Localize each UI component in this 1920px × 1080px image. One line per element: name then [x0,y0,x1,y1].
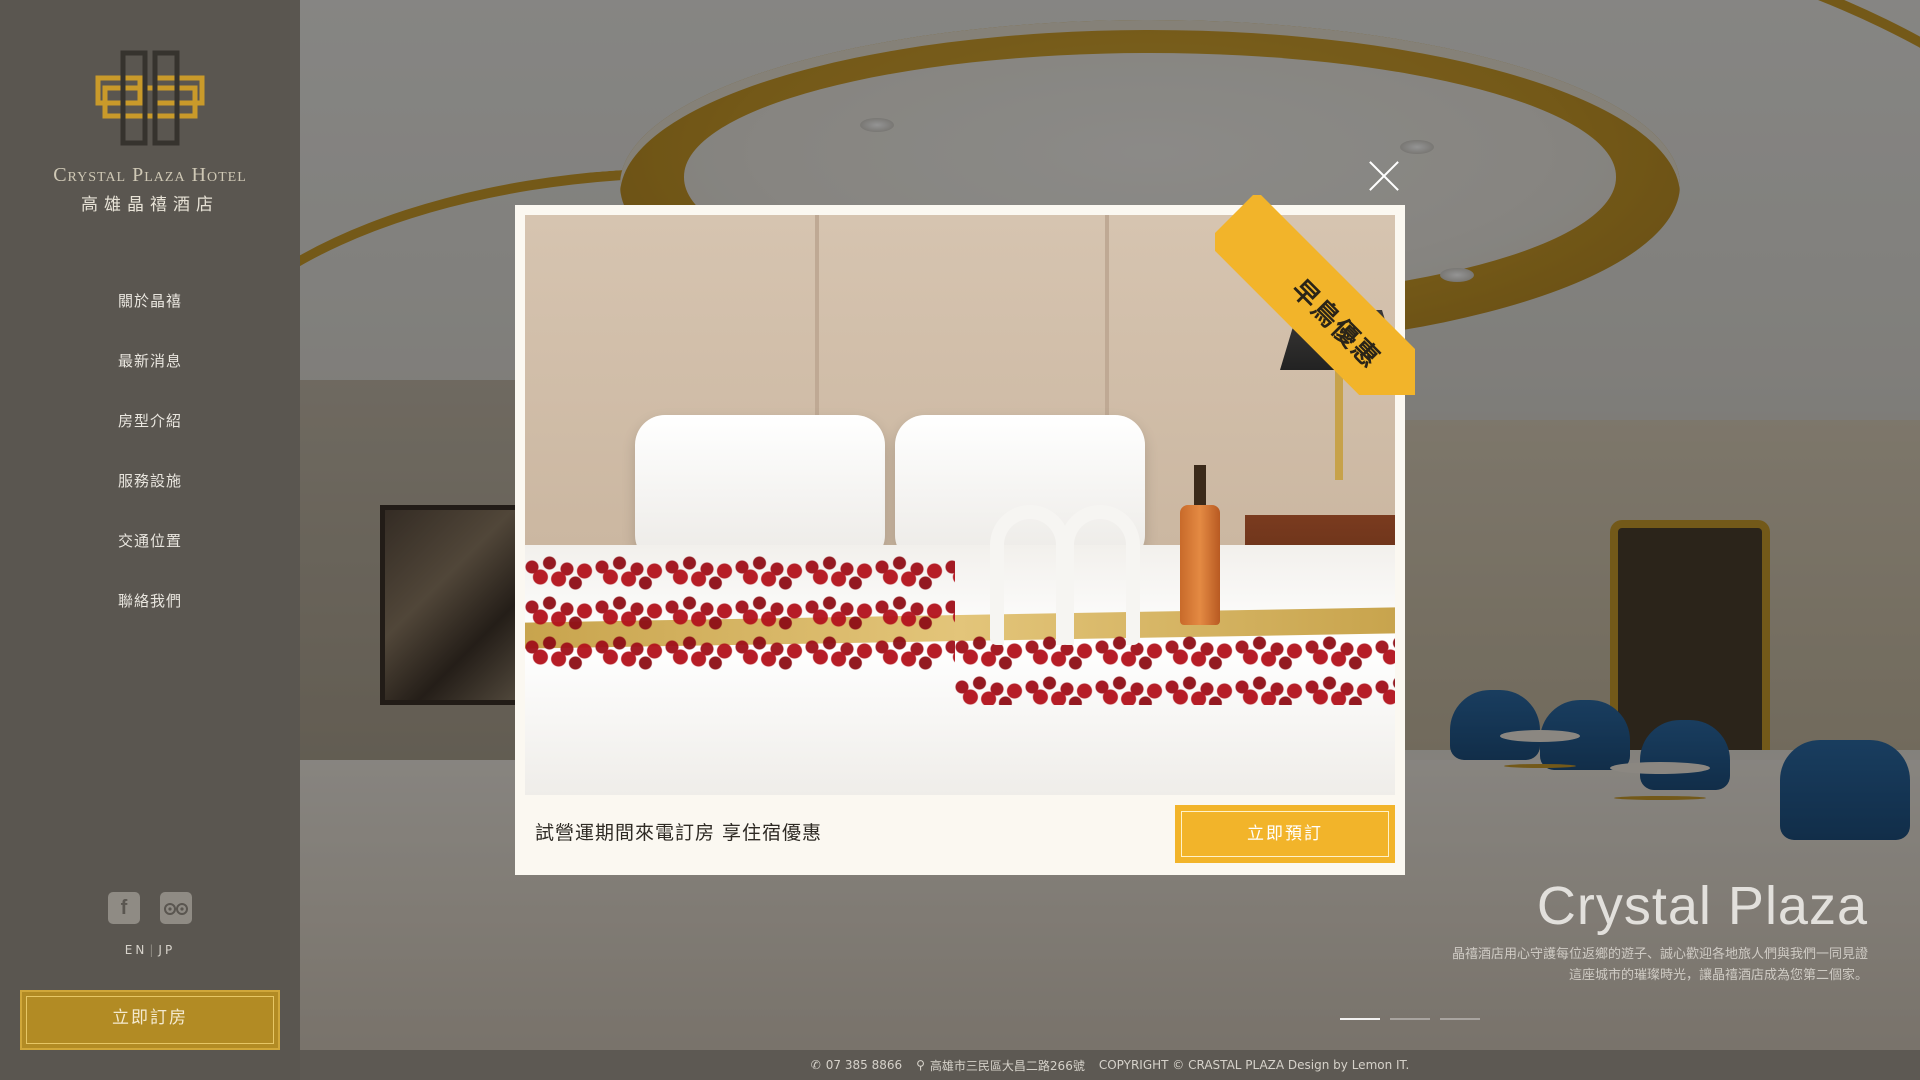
lamp-shade [1280,310,1395,370]
location-pin-icon: ⚲ [916,1058,925,1072]
slider-dot[interactable] [1440,1018,1480,1020]
footer-address-text: 高雄市三民區大昌二路266號 [929,1058,1085,1073]
footer-address[interactable]: ⚲ 高雄市三民區大昌二路266號 [916,1057,1085,1074]
hotel-logo-icon[interactable] [95,48,205,148]
book-now-button[interactable]: 立即訂房 [20,990,280,1050]
slider-dot[interactable] [1390,1018,1430,1020]
slider-indicator [1340,1018,1480,1020]
facebook-icon[interactable]: f [108,892,140,924]
rose-petals [525,555,955,675]
rose-petals [955,635,1395,705]
towel-swan [990,505,1070,645]
lamp-pole [1335,370,1343,480]
nav-item-rooms[interactable]: 房型介紹 [0,406,300,466]
close-icon[interactable] [1368,160,1400,192]
slider-dot[interactable] [1340,1018,1380,1020]
brand-name-en: Crystal Plaza Hotel [53,164,247,186]
promo-modal: 試營運期間來電訂房 享住宿優惠 立即預訂 [515,205,1405,875]
hero-description: 晶禧酒店用心守護每位返鄉的遊子、誠心歡迎各地旅人們與我們一同見證 這座城市的璀璨… [1308,944,1868,986]
pillow [635,415,885,565]
nav-item-facilities[interactable]: 服務設施 [0,466,300,526]
hero-title: Crystal Plaza [1536,876,1868,936]
footer-phone[interactable]: ✆ 07 385 8866 [811,1058,902,1072]
nav-item-location[interactable]: 交通位置 [0,526,300,586]
wine-bottle [1180,465,1220,625]
lang-jp-link[interactable]: JP [158,943,175,957]
nav-item-contact[interactable]: 聯絡我們 [0,586,300,646]
language-switcher: EN | JP [124,943,176,957]
promo-text: 試營運期間來電訂房 享住宿優惠 [535,822,823,844]
site-footer: ✆ 07 385 8866 ⚲ 高雄市三民區大昌二路266號 COPYRIGHT… [300,1050,1920,1080]
nav-item-about[interactable]: 關於晶禧 [0,286,300,346]
promo-photo [525,215,1395,795]
social-links: f [108,892,192,924]
footer-phone-text: 07 385 8866 [825,1058,903,1072]
reserve-now-button[interactable]: 立即預訂 [1175,805,1395,863]
footer-copyright: COPYRIGHT © CRASTAL PLAZA Design by Lemo… [1098,1058,1410,1072]
phone-icon: ✆ [810,1058,821,1072]
towel-swan [1060,505,1140,645]
tripadvisor-icon[interactable] [160,892,192,924]
nav-item-news[interactable]: 最新消息 [0,346,300,406]
brand-name-zh: 高雄晶禧酒店 [81,195,219,215]
sidebar: Crystal Plaza Hotel 高雄晶禧酒店 關於晶禧 最新消息 房型介… [0,0,300,1080]
hero-description-line: 晶禧酒店用心守護每位返鄉的遊子、誠心歡迎各地旅人們與我們一同見證 [1451,947,1868,962]
lang-en-link[interactable]: EN [125,943,148,957]
hero-description-line: 這座城市的璀璨時光，讓晶禧酒店成為您第二個家。 [1568,968,1868,983]
main-nav: 關於晶禧 最新消息 房型介紹 服務設施 交通位置 聯絡我們 [0,286,300,646]
